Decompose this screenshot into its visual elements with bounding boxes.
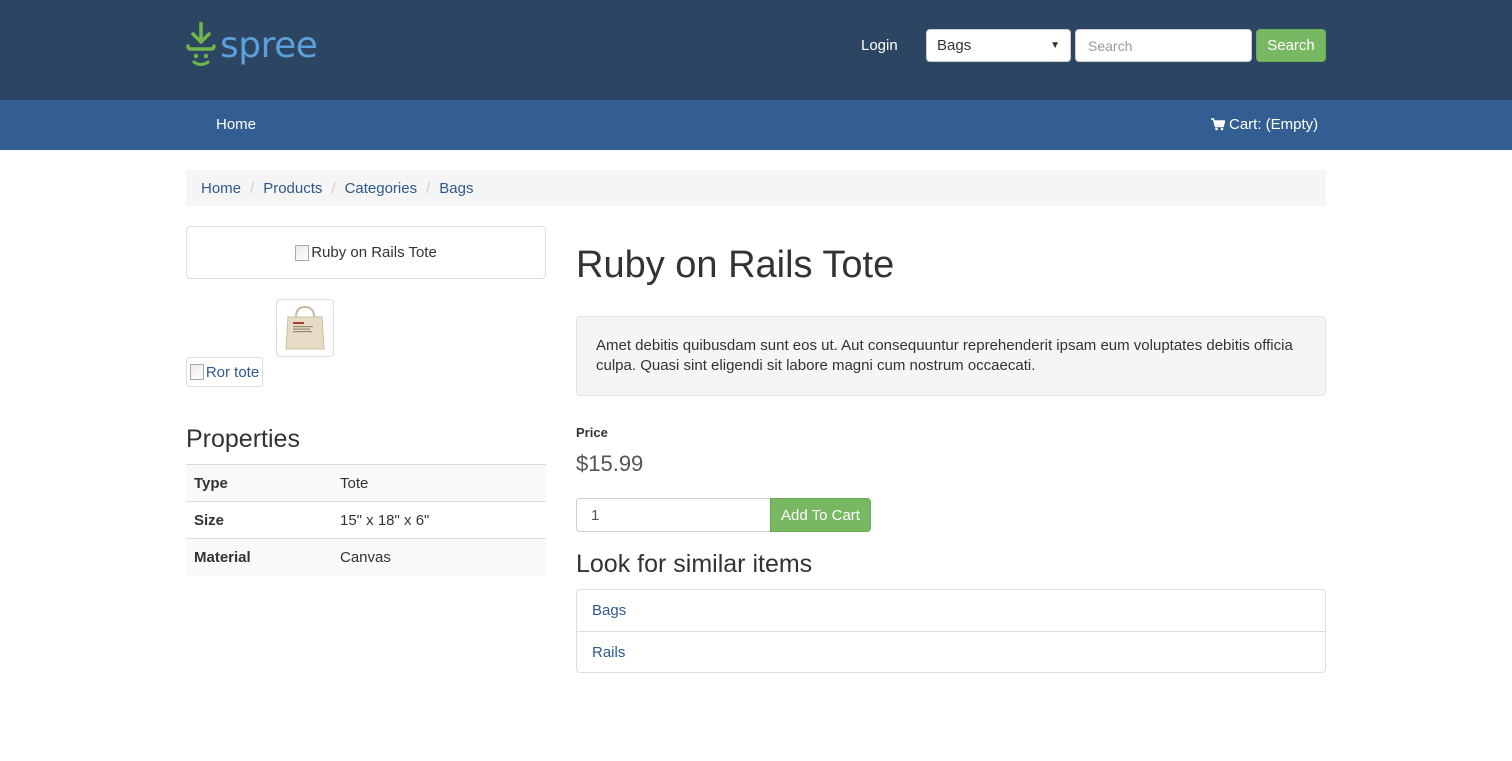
table-row: Material Canvas	[186, 538, 546, 576]
main-navbar: Home Cart: (Empty)	[0, 100, 1512, 150]
price-value: $15.99	[576, 451, 644, 476]
cart-label: Cart: (Empty)	[1229, 116, 1319, 133]
property-value: 15" x 18" x 6"	[332, 501, 546, 539]
product-main-image: Ruby on Rails Tote	[186, 226, 546, 279]
tote-bag-image	[285, 305, 325, 350]
product-thumbnail-broken[interactable]: Ror tote	[186, 357, 263, 387]
logo-text: spree	[220, 25, 318, 66]
product-title: Ruby on Rails Tote	[576, 244, 895, 286]
nav-home-link[interactable]: Home	[216, 116, 256, 133]
main-image-alt-text: Ruby on Rails Tote	[311, 244, 437, 261]
broken-image-icon	[189, 364, 204, 380]
similar-items-list: Bags Rails	[576, 589, 1326, 673]
broken-image-icon	[295, 244, 310, 261]
product-description: Amet debitis quibusdam sunt eos ut. Aut …	[576, 316, 1326, 396]
property-key: Material	[186, 538, 332, 576]
similar-item-bags[interactable]: Bags	[577, 590, 1325, 631]
table-row: Type Tote	[186, 464, 546, 502]
breadcrumb-separator: /	[250, 179, 255, 197]
search-button[interactable]: Search	[1256, 29, 1326, 62]
price-label: Price	[576, 425, 608, 440]
breadcrumb-separator: /	[426, 179, 431, 197]
thumb-alt-text: Ror tote	[205, 363, 260, 381]
taxon-select[interactable]: Bags ▼	[926, 29, 1071, 62]
quantity-input[interactable]	[576, 498, 772, 532]
broken-image: Ruby on Rails Tote	[295, 244, 437, 261]
shopping-cart-icon	[1211, 118, 1225, 131]
taxon-select-value: Bags	[937, 37, 972, 54]
top-header: spree Login Bags ▼ Search	[0, 0, 1512, 100]
breadcrumb-separator: /	[331, 179, 336, 197]
similar-items-title: Look for similar items	[576, 550, 813, 578]
login-link[interactable]: Login	[861, 37, 898, 54]
properties-title: Properties	[186, 425, 300, 453]
breadcrumb-home[interactable]: Home	[201, 180, 241, 197]
properties-table: Type Tote Size 15" x 18" x 6" Material C…	[186, 464, 546, 576]
cart-link[interactable]: Cart: (Empty)	[1211, 116, 1318, 133]
breadcrumb-bags[interactable]: Bags	[439, 180, 473, 197]
product-thumbnail[interactable]	[276, 299, 334, 357]
search-input[interactable]	[1075, 29, 1252, 62]
broken-image: Ror tote	[189, 363, 260, 381]
spree-logo-icon	[186, 22, 216, 66]
add-to-cart-button[interactable]: Add To Cart	[770, 498, 871, 532]
breadcrumb-categories[interactable]: Categories	[345, 180, 418, 197]
property-value: Canvas	[332, 538, 546, 576]
breadcrumb: Home / Products / Categories / Bags	[186, 170, 1326, 206]
breadcrumb-products[interactable]: Products	[263, 180, 322, 197]
table-row: Size 15" x 18" x 6"	[186, 501, 546, 539]
property-value: Tote	[332, 464, 546, 502]
spree-logo[interactable]: spree	[186, 22, 318, 68]
similar-item-rails[interactable]: Rails	[577, 631, 1325, 672]
property-key: Type	[186, 464, 332, 502]
chevron-down-icon: ▼	[1050, 40, 1060, 51]
property-key: Size	[186, 501, 332, 539]
